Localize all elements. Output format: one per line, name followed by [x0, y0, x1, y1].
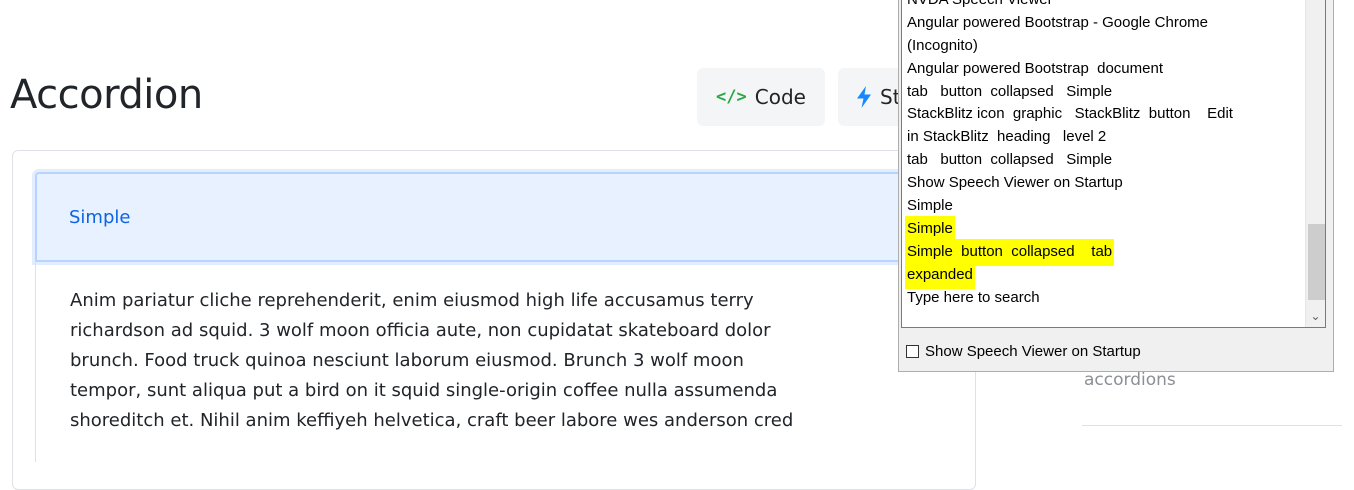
nvda-speech-line-text: expanded	[907, 263, 973, 287]
nvda-speech-log[interactable]: NVDA Speech Viewer Angular powered Bootst…	[901, 0, 1326, 328]
lightning-bolt-icon	[857, 86, 871, 108]
nvda-speech-line-text: Type here to search	[907, 288, 1040, 306]
nvda-speech-line: Type here to search	[907, 287, 1303, 310]
nvda-speech-line: Simple button collapsed tab	[907, 240, 1303, 264]
accordion-left-border	[35, 262, 36, 462]
accordion-body-line: shoreditch et. Nihil anim keffiyeh helve…	[70, 410, 794, 431]
nvda-speech-line: Simple	[907, 217, 1303, 241]
nvda-speech-line: Simple	[907, 195, 1303, 218]
show-speech-viewer-label: Show Speech Viewer on Startup	[925, 343, 1141, 360]
sidebar-divider	[1082, 425, 1342, 426]
nvda-speech-line-text: Angular powered Bootstrap - Google Chrom…	[907, 13, 1208, 31]
nvda-speech-line-text: Angular powered Bootstrap document	[907, 59, 1163, 77]
nvda-speech-line-text: StackBlitz icon graphic StackBlitz butto…	[907, 105, 1233, 123]
nvda-speech-line: expanded	[907, 263, 1303, 287]
nvda-speech-line: (Incognito)	[907, 35, 1303, 58]
code-button[interactable]: </> Code	[697, 68, 825, 126]
nvda-speech-line-text: tab button collapsed Simple	[907, 82, 1113, 100]
nvda-speech-line-text: Show Speech Viewer on Startup	[907, 174, 1123, 192]
show-speech-viewer-on-startup[interactable]: Show Speech Viewer on Startup	[906, 343, 1141, 360]
accordion-body-line: brunch. Food truck quinoa nesciunt labor…	[70, 350, 744, 371]
page-title: Accordion	[10, 72, 203, 118]
nvda-speech-line: NVDA Speech Viewer	[907, 0, 1303, 12]
nvda-scrollbar[interactable]: ⌄	[1305, 0, 1325, 327]
nvda-speech-line-text: Simple	[907, 197, 953, 215]
nvda-speech-line: Show Speech Viewer on Startup	[907, 172, 1303, 195]
nvda-speech-line-text: Simple button collapsed tab	[907, 240, 1113, 264]
nvda-speech-line: StackBlitz icon graphic StackBlitz butto…	[907, 103, 1303, 126]
chevron-down-icon[interactable]: ⌄	[1306, 305, 1325, 327]
accordion-body-line: Anim pariatur cliche reprehenderit, enim…	[70, 290, 754, 311]
nvda-scroll-thumb[interactable]	[1308, 224, 1325, 300]
accordion-body-line: tempor, sunt aliqua put a bird on it squ…	[70, 380, 778, 401]
nvda-speech-line-text: NVDA Speech Viewer	[907, 0, 1053, 8]
nvda-speech-line: Angular powered Bootstrap - Google Chrom…	[907, 12, 1303, 35]
nvda-speech-line: in StackBlitz heading level 2	[907, 126, 1303, 149]
nvda-speech-lines: NVDA Speech Viewer Angular powered Bootst…	[907, 0, 1303, 309]
nvda-speech-line-text: in StackBlitz heading level 2	[907, 128, 1107, 146]
accordion-header-simple[interactable]: Simple	[35, 172, 975, 262]
nvda-speech-line-text: Simple	[907, 217, 953, 241]
accordion-body: Anim pariatur cliche reprehenderit, enim…	[70, 286, 910, 436]
nvda-speech-line: tab button collapsed Simple	[907, 81, 1303, 104]
code-button-label: Code	[754, 85, 806, 109]
nvda-speech-line: Angular powered Bootstrap document	[907, 58, 1303, 81]
code-icon: </>	[716, 87, 747, 107]
nvda-speech-line-text: (Incognito)	[907, 36, 978, 54]
nvda-speech-line: tab button collapsed Simple	[907, 149, 1303, 172]
sidebar-link-accordions[interactable]: accordions	[1084, 370, 1176, 390]
show-speech-viewer-checkbox[interactable]	[906, 345, 919, 358]
accordion-header-label: Simple	[69, 206, 131, 228]
accordion-body-line: richardson ad squid. 3 wolf moon officia…	[70, 320, 771, 341]
nvda-speech-line-text: tab button collapsed Simple	[907, 151, 1113, 169]
